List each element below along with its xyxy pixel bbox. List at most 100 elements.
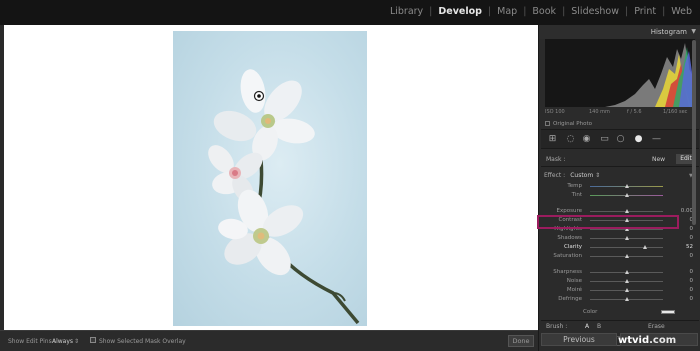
slider-sharpness[interactable]: Sharpness 0 <box>541 268 699 277</box>
module-separator: | <box>429 6 433 17</box>
module-develop[interactable]: Develop <box>436 6 484 17</box>
crop-icon[interactable]: ⊞ <box>547 134 558 145</box>
slider-value[interactable]: 0 <box>690 226 694 232</box>
module-library[interactable]: Library <box>388 6 425 17</box>
shutter-value: 1/160 sec <box>663 109 688 115</box>
brush-row: Brush : A B Erase <box>541 320 699 331</box>
slider-knob[interactable] <box>624 288 629 292</box>
radial-filter-icon[interactable]: ○ <box>615 134 626 145</box>
mask-new-button[interactable]: New <box>652 156 665 163</box>
slider-knob[interactable] <box>624 209 629 213</box>
color-swatch[interactable] <box>661 310 675 314</box>
done-button[interactable]: Done <box>508 335 534 347</box>
effect-label: Effect : <box>544 172 566 179</box>
module-map[interactable]: Map <box>495 6 519 17</box>
slider-label: Saturation <box>553 253 582 259</box>
brush-label: Brush : <box>546 323 568 330</box>
module-separator: | <box>662 6 666 17</box>
mask-row: Mask : New Edit <box>541 151 699 167</box>
slider-knob[interactable] <box>643 245 648 249</box>
slider-knob[interactable] <box>624 279 629 283</box>
slider-noise[interactable]: Noise 0 <box>541 277 699 286</box>
slider-label: Tint <box>571 192 582 198</box>
edit-pins-select[interactable]: Always <box>52 338 73 345</box>
module-print[interactable]: Print <box>632 6 658 17</box>
histogram-header[interactable]: Histogram ▼ <box>539 25 700 39</box>
slider-value[interactable]: 0 <box>690 287 694 293</box>
histogram-title: Histogram <box>650 28 687 36</box>
slider-clarity[interactable]: Clarity 52 <box>541 243 699 252</box>
slider-label: Defringe <box>558 296 582 302</box>
slider-value[interactable]: 52 <box>686 244 693 250</box>
module-separator: | <box>562 6 566 17</box>
adjustment-brush-icon[interactable]: ● <box>633 134 644 145</box>
chevron-updown-icon[interactable]: ⇕ <box>74 338 79 345</box>
slider-highlights[interactable]: Highlights 0 <box>541 225 699 234</box>
slider-label: Contrast <box>558 217 582 223</box>
slider-knob[interactable] <box>624 227 629 231</box>
right-panel: Histogram ▼ ISO 100 140 mm f / 5.6 1/160… <box>538 25 700 351</box>
edit-pins-label: Show Edit Pins : <box>8 338 56 345</box>
photo-preview[interactable] <box>173 31 367 326</box>
mask-overlay-checkbox[interactable] <box>90 337 96 343</box>
slider-temp[interactable]: Temp <box>541 182 699 191</box>
module-separator: | <box>487 6 492 17</box>
color-label: Color <box>583 309 598 315</box>
slider-label: Highlights <box>554 226 582 232</box>
module-bar: Library | Develop | Map | Book | Slideshow | Print… <box>0 0 700 25</box>
slider-moir[interactable]: Moiré 0 <box>541 286 699 295</box>
previous-button[interactable]: Previous <box>541 333 617 346</box>
red-eye-icon[interactable]: ◉ <box>581 134 592 145</box>
watermark-tld: .com <box>649 335 677 346</box>
slider-knob[interactable] <box>624 193 629 197</box>
slider-value[interactable]: 0 <box>690 269 694 275</box>
color-row: Color <box>541 307 699 317</box>
brush-erase-button[interactable]: Erase <box>648 323 665 330</box>
left-panel-edge[interactable] <box>0 25 4 330</box>
spot-removal-icon[interactable]: ◌ <box>565 134 576 145</box>
slider-label: Exposure <box>556 208 582 214</box>
mask-overlay-label: Show Selected Mask Overlay <box>99 338 186 345</box>
slider-knob[interactable] <box>624 218 629 222</box>
slider-knob[interactable] <box>624 236 629 240</box>
triangle-down-icon[interactable]: ▼ <box>691 28 696 35</box>
watermark-name: wtvid <box>618 335 650 346</box>
brush-a-button[interactable]: A <box>585 323 589 330</box>
slider-tint[interactable]: Tint <box>541 191 699 200</box>
slider-knob[interactable] <box>624 254 629 258</box>
graduated-filter-icon[interactable]: ▭ <box>599 134 610 145</box>
effect-select[interactable]: Custom <box>570 172 593 179</box>
panel-scrollbar[interactable] <box>692 40 696 225</box>
brush-b-button[interactable]: B <box>597 323 601 330</box>
effect-row[interactable]: Effect : Custom ⇕ <box>544 172 600 179</box>
slider-knob[interactable] <box>624 270 629 274</box>
slider-label: Temp <box>567 183 582 189</box>
slider-saturation[interactable]: Saturation 0 <box>541 252 699 261</box>
bottom-toolbar: Show Edit Pins : Always ⇕ Show Selected … <box>0 330 538 351</box>
focal-length: 140 mm <box>589 109 610 115</box>
slider-shadows[interactable]: Shadows 0 <box>541 234 699 243</box>
original-photo-label: Original Photo <box>553 121 592 127</box>
iso-value: ISO 100 <box>545 109 565 115</box>
slider-label: Shadows <box>557 235 582 241</box>
mask-label: Mask : <box>546 156 566 163</box>
brush-slider-icon[interactable]: — <box>651 134 662 145</box>
slider-value[interactable]: 0 <box>690 253 694 259</box>
image-canvas[interactable] <box>0 25 538 330</box>
slider-knob[interactable] <box>624 184 629 188</box>
tool-strip: ⊞ ◌ ◉ ▭ ○ ● — <box>541 129 699 149</box>
slider-knob[interactable] <box>624 297 629 301</box>
slider-value[interactable]: 0 <box>690 235 694 241</box>
slider-exposure[interactable]: Exposure 0.00 <box>541 207 699 216</box>
original-photo-toggle[interactable]: Original Photo <box>545 121 592 127</box>
slider-value[interactable]: 0 <box>690 278 694 284</box>
original-photo-checkbox[interactable] <box>545 121 550 126</box>
chevron-updown-icon[interactable]: ⇕ <box>595 172 600 179</box>
slider-defringe[interactable]: Defringe 0 <box>541 295 699 304</box>
module-book[interactable]: Book <box>530 6 558 17</box>
module-web[interactable]: Web <box>669 6 694 17</box>
slider-value[interactable]: 0 <box>690 296 694 302</box>
slider-track[interactable] <box>590 247 663 248</box>
slider-contrast[interactable]: Contrast0 <box>541 216 699 225</box>
module-slideshow[interactable]: Slideshow <box>569 6 621 17</box>
